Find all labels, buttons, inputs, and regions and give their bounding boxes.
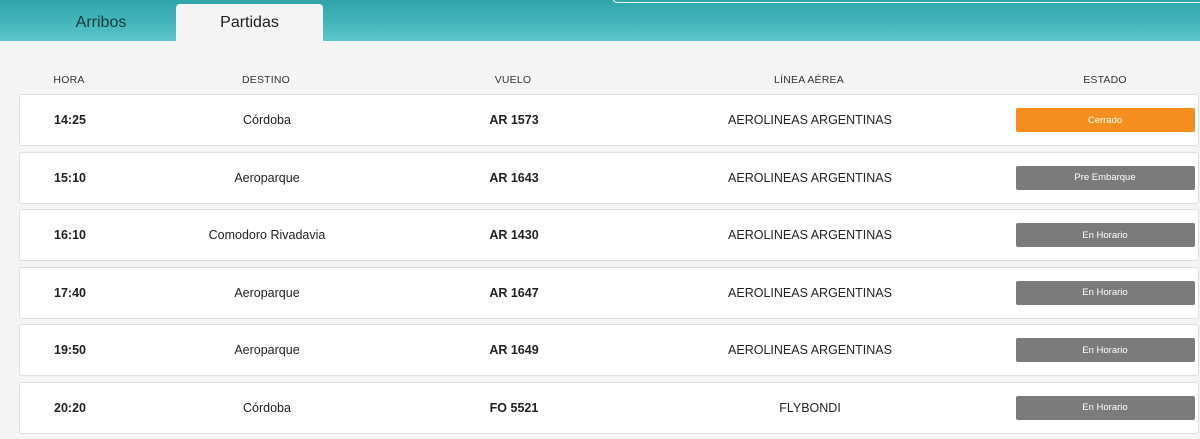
flight-row[interactable]: 15:10 Aeroparque AR 1643 AEROLINEAS ARGE… — [19, 151, 1199, 204]
table-header: HORA DESTINO VUELO LÍNEA AÉREA ESTADO — [0, 74, 1200, 88]
flight-number: AR 1643 — [489, 170, 539, 185]
flight-destination: Comodoro Rivadavia — [208, 228, 326, 242]
tab-partidas[interactable]: Partidas — [176, 4, 323, 41]
flight-status-cell: Cerrado — [1015, 95, 1195, 145]
flight-airline: FLYBONDI — [779, 400, 841, 415]
status-badge: En Horario — [1015, 338, 1195, 362]
flight-status-cell: Pre Embarque — [1015, 153, 1195, 203]
flight-number: AR 1647 — [489, 285, 539, 300]
tab-bar: Arribos Partidas — [0, 0, 1200, 41]
search-box[interactable] — [612, 0, 1200, 3]
flight-time: 20:20 — [54, 400, 86, 415]
flight-airline: AEROLINEAS ARGENTINAS — [728, 285, 892, 300]
flight-airline: AEROLINEAS ARGENTINAS — [728, 113, 892, 127]
flight-number: AR 1649 — [489, 343, 539, 357]
status-badge: Pre Embarque — [1015, 165, 1195, 190]
flight-destination: Córdoba — [243, 400, 291, 415]
flight-time: 17:40 — [54, 285, 86, 300]
flight-destination: Aeroparque — [234, 170, 300, 185]
flights-table: 14:25 Córdoba AR 1573 AEROLINEAS ARGENTI… — [19, 94, 1199, 439]
flight-row[interactable]: 19:50 Aeroparque AR 1649 AEROLINEAS ARGE… — [19, 324, 1199, 376]
flight-number: AR 1430 — [489, 228, 539, 242]
header-hora: HORA — [53, 74, 85, 86]
flight-number: FO 5521 — [489, 400, 539, 415]
flight-status-cell: En Horario — [1015, 268, 1195, 318]
flight-row[interactable]: 14:25 Córdoba AR 1573 AEROLINEAS ARGENTI… — [19, 94, 1199, 146]
status-badge: En Horario — [1015, 395, 1195, 420]
flight-time: 14:25 — [54, 113, 86, 127]
flight-destination: Aeroparque — [234, 343, 300, 357]
flight-airline: AEROLINEAS ARGENTINAS — [728, 228, 892, 242]
flight-airline: AEROLINEAS ARGENTINAS — [728, 170, 892, 185]
flight-status-cell: En Horario — [1015, 325, 1195, 375]
header-destino: DESTINO — [241, 74, 291, 86]
flight-row[interactable]: 17:40 Aeroparque AR 1647 AEROLINEAS ARGE… — [19, 266, 1199, 319]
flight-status-cell: En Horario — [1015, 210, 1195, 260]
status-badge: En Horario — [1015, 280, 1195, 305]
status-badge: En Horario — [1015, 223, 1195, 247]
header-estado: ESTADO — [1083, 74, 1127, 86]
flight-time: 15:10 — [54, 170, 86, 185]
flight-number: AR 1573 — [489, 113, 539, 127]
flight-time: 16:10 — [54, 228, 86, 242]
flight-destination: Aeroparque — [234, 285, 300, 300]
flight-status-cell: En Horario — [1015, 383, 1195, 433]
header-linea-aerea: LÍNEA AÉREA — [774, 74, 844, 86]
tab-arribos[interactable]: Arribos — [28, 4, 174, 41]
flight-airline: AEROLINEAS ARGENTINAS — [728, 343, 892, 357]
flight-time: 19:50 — [54, 343, 86, 357]
flight-row[interactable]: 16:10 Comodoro Rivadavia AR 1430 AEROLIN… — [19, 209, 1199, 261]
status-badge: Cerrado — [1015, 108, 1195, 132]
header-vuelo: VUELO — [494, 74, 532, 86]
flight-destination: Córdoba — [243, 113, 291, 127]
